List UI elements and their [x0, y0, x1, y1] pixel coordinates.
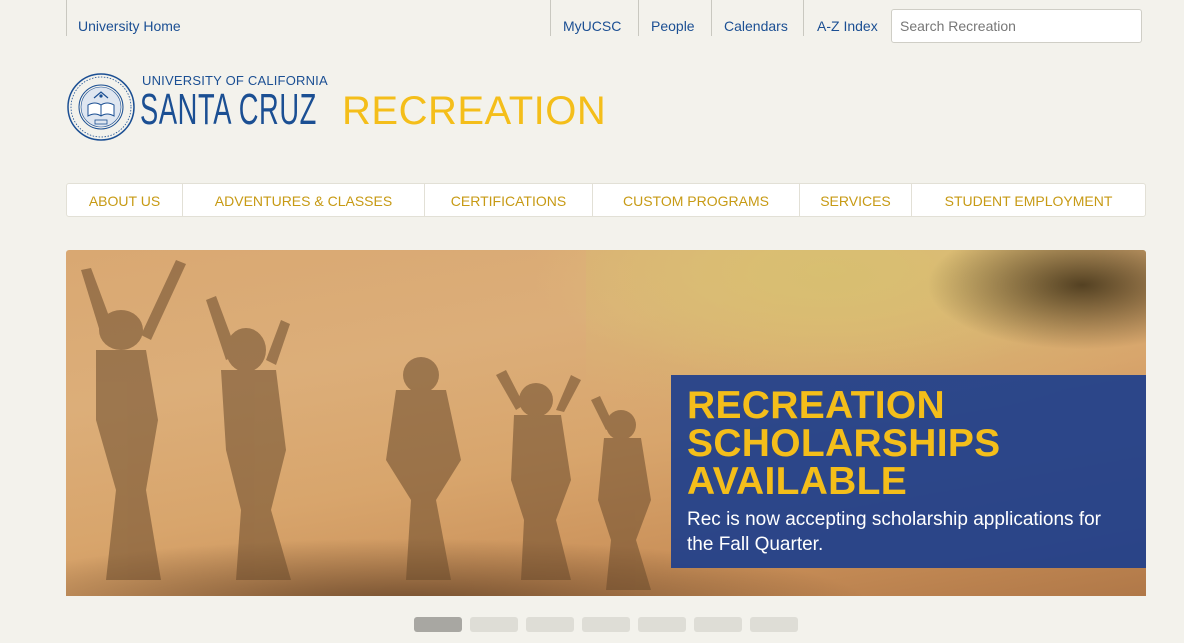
university-seal-icon [67, 73, 135, 141]
nav-custom-programs[interactable]: CUSTOM PROGRAMS [593, 184, 800, 216]
hero-slide[interactable]: RECREATION SCHOLARSHIPS AVAILABLE Rec is… [66, 250, 1146, 596]
slider-dot-4[interactable] [582, 617, 630, 632]
calendars-link[interactable]: Calendars [724, 0, 788, 36]
slider-dot-2[interactable] [470, 617, 518, 632]
main-nav: ABOUT US ADVENTURES & CLASSES CERTIFICAT… [66, 183, 1146, 217]
divider [803, 0, 804, 36]
slider-pager [414, 617, 798, 632]
hero-title: RECREATION SCHOLARSHIPS AVAILABLE [687, 384, 1001, 503]
nav-services[interactable]: SERVICES [800, 184, 912, 216]
divider [66, 0, 67, 36]
hero-description: Rec is now accepting scholarship applica… [687, 509, 1101, 555]
hero-caption[interactable]: RECREATION SCHOLARSHIPS AVAILABLE Rec is… [671, 375, 1146, 568]
divider [711, 0, 712, 36]
nav-student-employment[interactable]: STUDENT EMPLOYMENT [912, 184, 1145, 216]
slider-dot-7[interactable] [750, 617, 798, 632]
nav-about-us[interactable]: ABOUT US [67, 184, 183, 216]
myucsc-link[interactable]: MyUCSC [563, 0, 621, 36]
search-input[interactable] [891, 9, 1142, 43]
people-link[interactable]: People [651, 0, 695, 36]
department-title: RECREATION [342, 89, 607, 133]
logo-campus-line: SANTA CRUZ [140, 85, 317, 134]
nav-certifications[interactable]: CERTIFICATIONS [425, 184, 593, 216]
slider-dot-1[interactable] [414, 617, 462, 632]
az-index-link[interactable]: A-Z Index [817, 0, 878, 36]
divider [550, 0, 551, 36]
ucsc-logo[interactable]: UNIVERSITY OF CALIFORNIA SANTA CRUZ [66, 70, 328, 144]
slider-dot-3[interactable] [526, 617, 574, 632]
divider [638, 0, 639, 36]
university-home-link[interactable]: University Home [78, 0, 181, 36]
slider-dot-5[interactable] [638, 617, 686, 632]
slider-dot-6[interactable] [694, 617, 742, 632]
nav-adventures-classes[interactable]: ADVENTURES & CLASSES [183, 184, 425, 216]
